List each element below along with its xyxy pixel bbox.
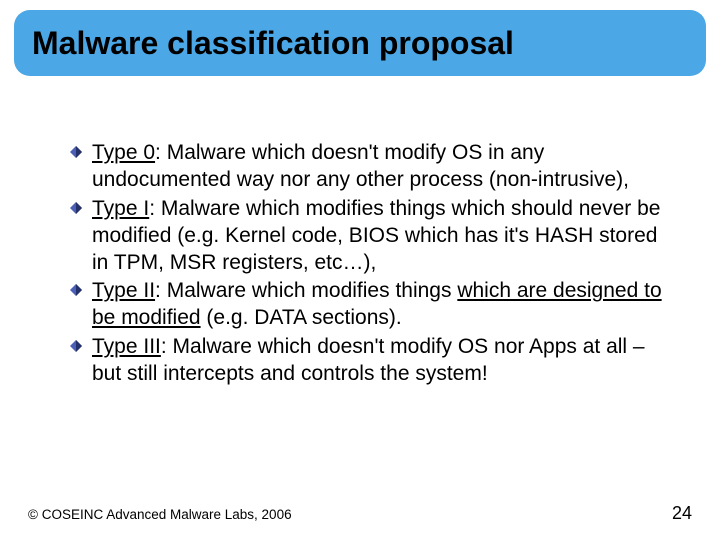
slide-title: Malware classification proposal <box>32 25 514 62</box>
bullet-icon <box>70 334 92 352</box>
bullet-icon <box>70 278 92 296</box>
item-label: Type 0 <box>92 141 155 164</box>
item-body: : Malware which doesn't modify OS in any… <box>92 141 629 191</box>
list-item: Type I: Malware which modifies things wh… <box>70 196 670 277</box>
slide-footer: © COSEINC Advanced Malware Labs, 2006 24 <box>28 503 692 524</box>
copyright-text: © COSEINC Advanced Malware Labs, 2006 <box>28 507 292 522</box>
list-item: Type III: Malware which doesn't modify O… <box>70 334 670 388</box>
list-item: Type II: Malware which modifies things w… <box>70 278 670 332</box>
item-body: : Malware which doesn't modify OS nor Ap… <box>92 335 645 385</box>
item-body: : Malware which modifies things which sh… <box>92 197 660 274</box>
item-label: Type I <box>92 197 149 220</box>
item-label: Type III <box>92 335 161 358</box>
item-body-pre: : Malware which modifies things <box>155 279 457 302</box>
list-item-text: Type III: Malware which doesn't modify O… <box>92 334 670 388</box>
list-item-text: Type I: Malware which modifies things wh… <box>92 196 670 277</box>
bullet-icon <box>70 196 92 214</box>
list-item-text: Type 0: Malware which doesn't modify OS … <box>92 140 670 194</box>
item-label: Type II <box>92 279 155 302</box>
bullet-icon <box>70 140 92 158</box>
page-number: 24 <box>672 503 692 524</box>
slide-body: Type 0: Malware which doesn't modify OS … <box>70 140 670 390</box>
list-item: Type 0: Malware which doesn't modify OS … <box>70 140 670 194</box>
list-item-text: Type II: Malware which modifies things w… <box>92 278 670 332</box>
item-body-post: (e.g. DATA sections). <box>201 306 402 329</box>
slide-title-bar: Malware classification proposal <box>14 10 706 76</box>
